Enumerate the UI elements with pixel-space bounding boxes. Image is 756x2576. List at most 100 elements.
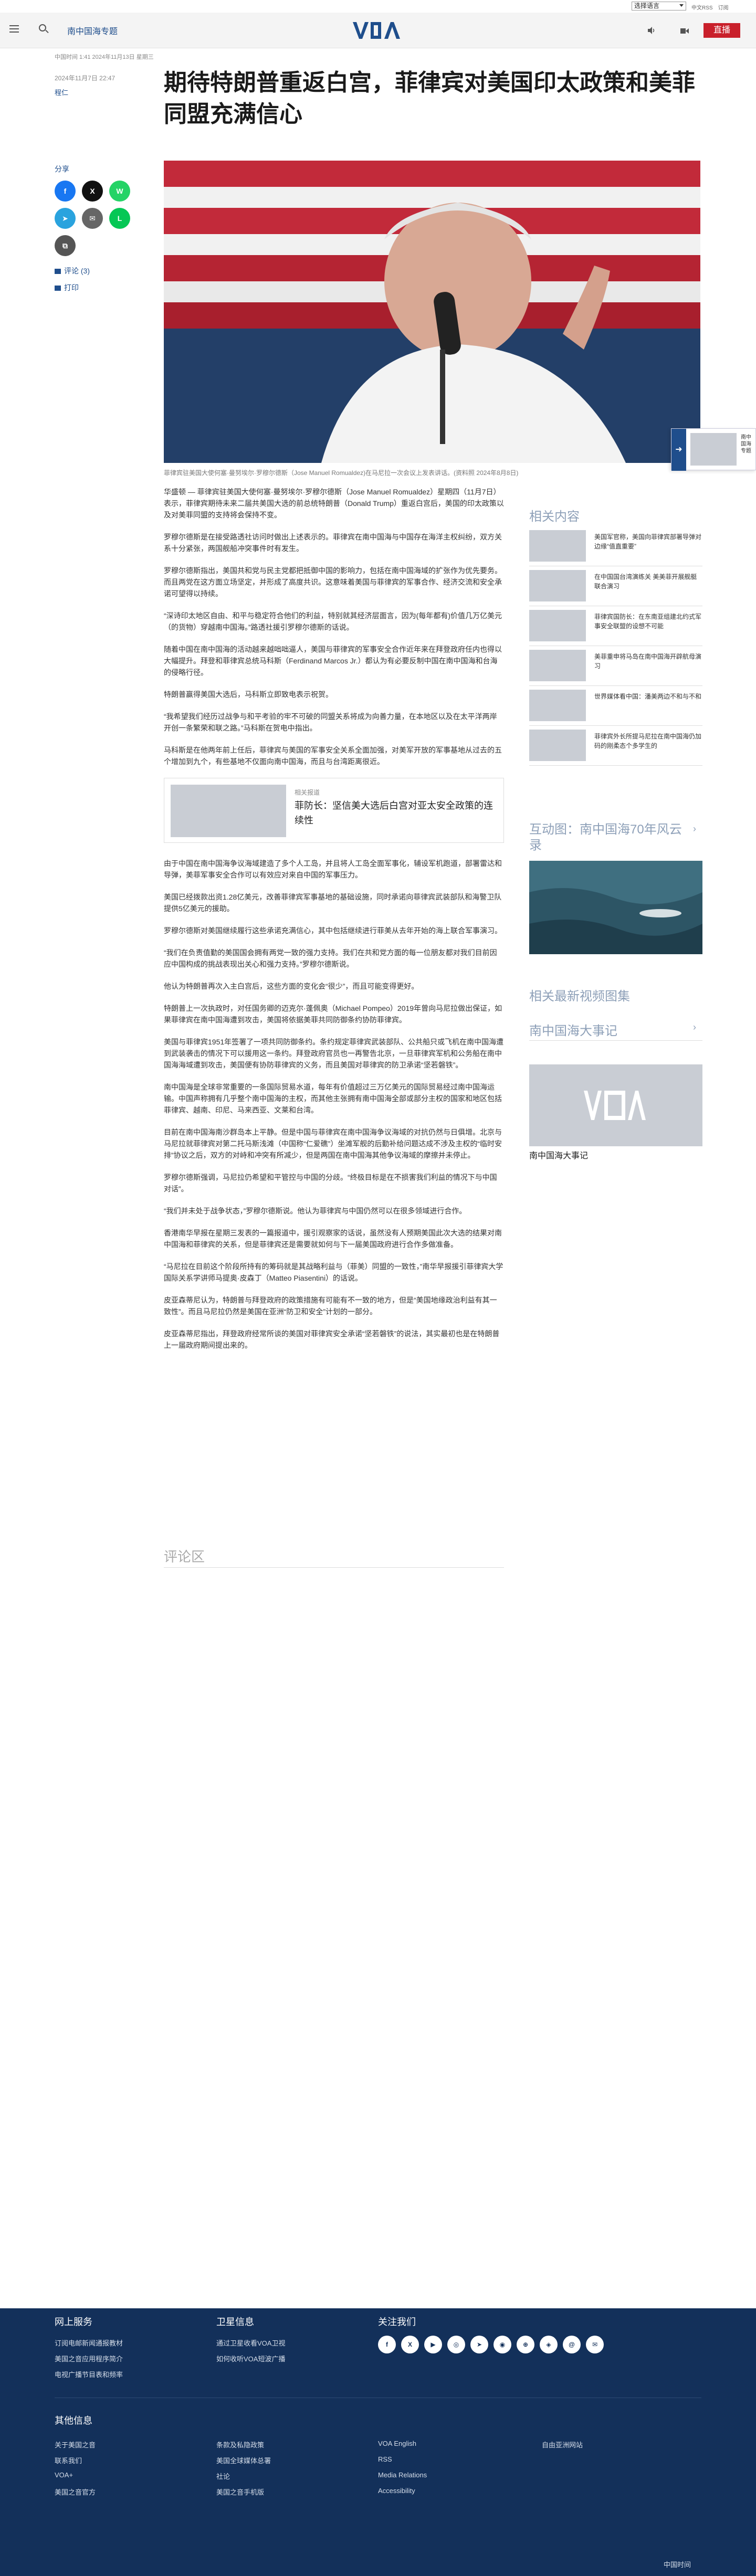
facebook-icon[interactable]: f (55, 181, 76, 202)
hero-caption: 菲律宾驻美国大使何塞·曼努埃尔·罗穆尔德斯（Jose Manuel Romual… (164, 469, 519, 477)
voa-logo[interactable] (350, 20, 406, 41)
site-header: 南中国海专题 直播 (0, 13, 756, 48)
related-item-thumbnail (529, 610, 586, 641)
related-divider (529, 765, 702, 766)
print-label: 打印 (64, 283, 79, 292)
events-heading[interactable]: 南中国海大事记 (529, 1020, 617, 1039)
float-text: 南中国海专题 (741, 435, 751, 454)
footer-other-link[interactable]: 美国全球媒体总署 (216, 2455, 271, 2465)
share-label: 分享 (55, 165, 69, 173)
article-paragraph: 华盛顿 — 菲律宾驻美国大使何塞·曼努埃尔·罗穆尔德斯（Jose Manuel … (164, 488, 504, 519)
copy-link-icon[interactable]: ⧉ (55, 235, 76, 256)
related-item-thumbnail (529, 570, 586, 601)
footer-link[interactable]: 美国之音应用程序简介 (55, 2353, 123, 2363)
article-paragraph: “我们在负责值勤的美国国会拥有两党一致的强力支持。我们在共和党方面的每一位朋友都… (164, 948, 497, 968)
language-select[interactable]: 选择语言 (632, 2, 686, 10)
section-title[interactable]: 南中国海专题 (67, 24, 118, 37)
footer-other-link[interactable]: 关于美国之音 (55, 2440, 96, 2450)
print-icon (55, 286, 61, 291)
footer-other-link[interactable]: Media Relations (378, 2471, 427, 2479)
related-item-title: 菲律宾外长所提马尼拉在南中国海仍加码的刚柔态个多学生的 (594, 733, 702, 749)
top-bar: 选择语言 中文RSS 订阅 (0, 0, 756, 13)
youtube-icon[interactable]: ▶ (424, 2336, 442, 2353)
video-icon[interactable] (680, 27, 689, 34)
footer-follow-heading: 关注我们 (378, 2317, 416, 2327)
article-paragraph: “我希望我们经历过战争与和平考验的牢不可破的同盟关系将成为向善力量，在本地区以及… (164, 712, 497, 732)
footer-other-link[interactable]: 自由亚洲网站 (542, 2440, 583, 2450)
footer-other-link[interactable]: VOA+ (55, 2471, 73, 2479)
telegram-icon[interactable]: ➤ (55, 208, 76, 229)
related-item-title: 美菲重申将马岛在南中国海开辟航母演习 (594, 653, 702, 670)
events-caption[interactable]: 南中国海大事记 (529, 1148, 588, 1161)
events-thumbnail[interactable] (529, 1064, 702, 1146)
chevron-right-icon[interactable]: › (693, 824, 700, 833)
events-divider (529, 1040, 702, 1041)
top-links: 中文RSS 订阅 (691, 3, 729, 11)
footer-other-link[interactable]: 条款及私隐政策 (216, 2440, 264, 2450)
instagram-icon[interactable]: ◎ (447, 2336, 465, 2353)
x-icon[interactable]: X (82, 181, 103, 202)
interactive-map-heading[interactable]: 互动图：南中国海70年风云录 (529, 822, 687, 853)
related-list-item[interactable]: 菲律宾外长所提马尼拉在南中国海仍加码的刚柔态个多学生的 (529, 730, 702, 761)
footer-link[interactable]: 订阅电邮新闻通报教材 (55, 2338, 123, 2348)
email-icon[interactable]: ✉ (82, 208, 103, 229)
related-list-item[interactable]: 美菲重申将马岛在南中国海开辟航母演习 (529, 650, 702, 681)
subscribe-link[interactable]: 订阅 (718, 3, 729, 11)
related-divider (529, 725, 702, 726)
footer-other-link[interactable]: 美国之音官方 (55, 2487, 96, 2497)
article-paragraph: 特朗普赢得美国大选后，马科斯立即致电表示祝贺。 (164, 690, 333, 699)
facebook-icon[interactable]: f (378, 2336, 396, 2353)
footer-other-link[interactable]: 联系我们 (55, 2455, 82, 2465)
footer-link[interactable]: 通过卫星收看VOA卫视 (216, 2338, 285, 2348)
related-item-title: 世界媒体看中国：潘美两边不和与不和 (594, 693, 702, 700)
live-button[interactable]: 直播 (704, 23, 740, 38)
footer-other-link[interactable]: Accessibility (378, 2487, 415, 2495)
related-list-item[interactable]: 在中国国台湾演练关 美美菲开展舰艇联合演习 (529, 570, 702, 601)
menu-icon[interactable] (9, 25, 19, 33)
related-article-card[interactable]: 相关报道菲防长：坚信美大选后白宫对亚太安全政策的连续性 (164, 778, 504, 843)
related-title[interactable]: 菲防长：坚信美大选后白宫对亚太安全政策的连续性 (295, 798, 494, 828)
search-icon[interactable] (39, 24, 46, 31)
footer-link[interactable]: 如何收听VOA短波广播 (216, 2353, 285, 2363)
voa-placeholder-icon (529, 1064, 702, 1146)
rss-link[interactable]: 中文RSS (691, 3, 713, 11)
comment-icon (55, 269, 61, 274)
article-paragraph: “我们并未处于战争状态，”罗穆尔德斯说。他认为菲律宾与中国仍然可以在很多领域进行… (164, 1207, 467, 1215)
voa-logo-icon (353, 22, 400, 39)
related-item-thumbnail (529, 530, 586, 562)
article-paragraph: 马科斯是在他两年前上任后，菲律宾与美国的军事安全关系全面加强，对美军开放的军事基… (164, 746, 502, 766)
related-list-item[interactable]: 美国军官称，美国向菲律宾部署导弹对边缘“值直重要” (529, 530, 702, 562)
podcast-icon[interactable]: ◉ (494, 2336, 511, 2353)
author-link[interactable]: 程仁 (55, 87, 68, 97)
comments-divider (164, 1567, 504, 1568)
line-icon[interactable]: L (109, 208, 130, 229)
rss-icon[interactable]: ◈ (540, 2336, 558, 2353)
web-icon[interactable]: ⊕ (517, 2336, 534, 2353)
article-paragraph: 罗穆尔德斯是在接受路透社访问时做出上述表示的。菲律宾在南中国海与中国存在海洋主权… (164, 533, 502, 553)
interactive-map-image[interactable] (529, 861, 702, 954)
x-icon[interactable]: X (401, 2336, 419, 2353)
footer-link[interactable]: 电视广播节目表和频率 (55, 2369, 123, 2379)
related-list-item[interactable]: 世界媒体看中国：潘美两边不和与不和 (529, 690, 702, 721)
comment-link[interactable]: 评论 (3) (55, 266, 90, 276)
article-paragraph: 美国与菲律宾1951年签署了一项共同防御条约。条约规定菲律宾武装部队、公共船只或… (164, 1038, 504, 1069)
threads-icon[interactable]: @ (563, 2336, 581, 2353)
footer-other-link[interactable]: 社论 (216, 2471, 230, 2481)
print-link[interactable]: 打印 (55, 282, 79, 293)
article-paragraph: 罗穆尔德斯对美国继续履行这些承诺充满信心，其中包括继续进行菲美从去年开始的海上联… (164, 926, 502, 935)
telegram-icon[interactable]: ➤ (470, 2336, 488, 2353)
related-thumbnail (171, 785, 286, 837)
email-icon[interactable]: ✉ (586, 2336, 604, 2353)
related-label: 相关报道 (295, 789, 320, 796)
footer-other-link[interactable]: RSS (378, 2455, 392, 2463)
whatsapp-icon[interactable]: W (109, 181, 130, 202)
article-paragraph: 特朗普上一次执政时，对任国务卿的迈克尔·蓬佩奥（Michael Pompeo）2… (164, 1004, 502, 1024)
audio-icon[interactable] (647, 26, 656, 35)
chevron-right-icon[interactable]: › (693, 1022, 700, 1032)
footer-other-link[interactable]: VOA English (378, 2440, 416, 2447)
sea-photo (529, 861, 702, 954)
related-list-item[interactable]: 菲律宾国防长：在东南亚组建北约式军事安全联盟的设想不可能 (529, 610, 702, 641)
floating-related-tab[interactable]: ➜ 南中国海专题 (671, 428, 756, 471)
language-select-value: 选择语言 (634, 2, 660, 9)
footer-other-link[interactable]: 美国之音手机版 (216, 2487, 264, 2497)
